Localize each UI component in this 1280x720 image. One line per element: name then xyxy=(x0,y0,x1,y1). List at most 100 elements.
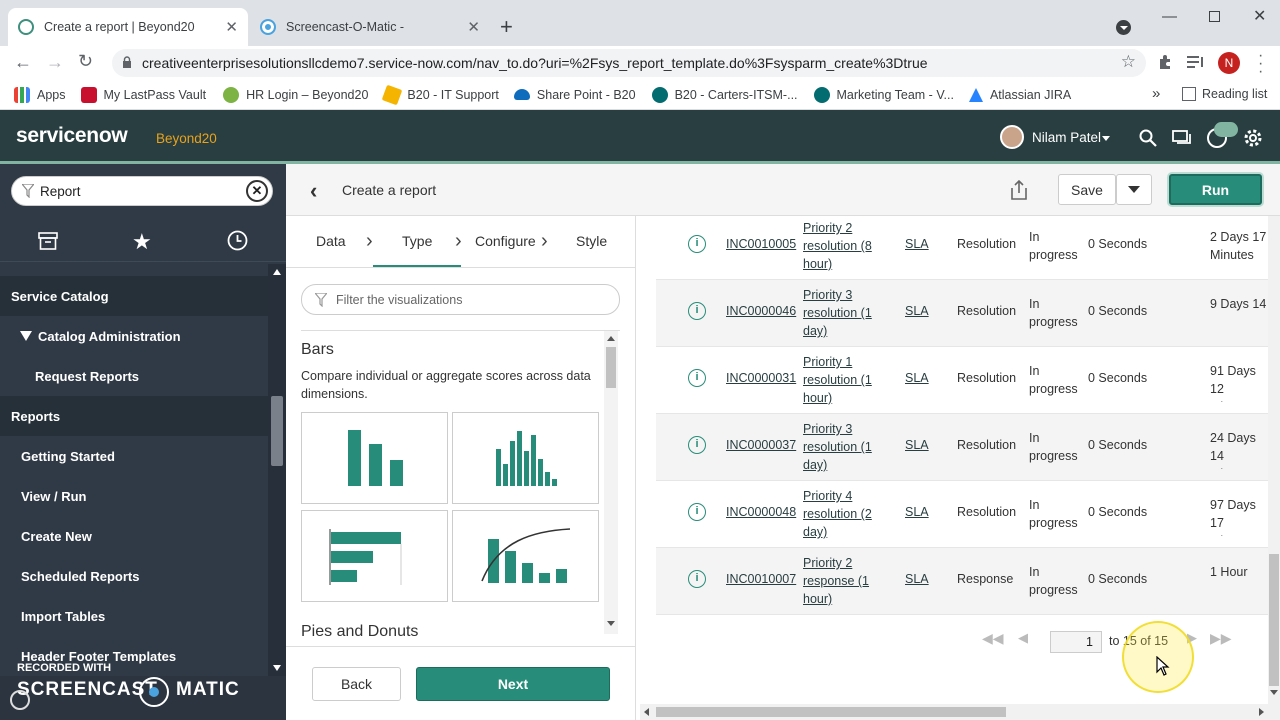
save-button[interactable]: Save xyxy=(1058,174,1116,205)
save-options-button[interactable] xyxy=(1116,174,1152,205)
info-icon[interactable]: i xyxy=(688,503,706,521)
info-icon[interactable]: i xyxy=(688,369,706,387)
scrollbar-thumb[interactable] xyxy=(606,347,616,388)
address-bar[interactable]: creativeenterprisesolutionsllcdemo7.serv… xyxy=(112,49,1146,77)
nav-item-reports[interactable]: Reports xyxy=(0,396,268,436)
sla-type-link[interactable]: SLA xyxy=(905,505,929,519)
sla-definition-link[interactable]: Priority 3 resolution (1 day) xyxy=(803,286,883,340)
browser-menu-icon[interactable]: · · · xyxy=(1258,48,1263,80)
share-icon[interactable] xyxy=(1010,180,1028,200)
bookmark-apps[interactable]: Apps xyxy=(14,86,66,103)
close-tab-icon[interactable]: ✕ xyxy=(225,18,238,36)
info-icon[interactable]: i xyxy=(688,570,706,588)
scrollbar-thumb[interactable] xyxy=(271,396,283,466)
navigator-scrollbar[interactable] xyxy=(268,264,286,676)
reload-icon[interactable]: ↻ xyxy=(78,51,93,72)
scroll-left-icon[interactable] xyxy=(644,708,649,716)
sla-type-link[interactable]: SLA xyxy=(905,438,929,452)
minimize-icon[interactable]: — xyxy=(1162,8,1177,25)
info-icon[interactable]: i xyxy=(688,302,706,320)
history-clock-icon[interactable] xyxy=(227,230,248,251)
nav-item-catalog-administration[interactable]: Catalog Administration xyxy=(0,316,268,356)
new-tab-icon[interactable]: + xyxy=(500,14,513,40)
maximize-icon[interactable] xyxy=(1209,11,1220,22)
window-close-icon[interactable]: ✕ xyxy=(1253,6,1266,26)
sla-definition-link[interactable]: Priority 3 resolution (1 day) xyxy=(803,420,883,474)
scrollbar-thumb[interactable] xyxy=(1269,554,1279,686)
incident-number-link[interactable]: INC0000048 xyxy=(726,505,796,519)
info-icon[interactable]: i xyxy=(688,436,706,454)
tab-search-icon[interactable] xyxy=(1116,20,1131,35)
incident-number-link[interactable]: INC0000037 xyxy=(726,438,796,452)
bookmark-star-icon[interactable]: ☆ xyxy=(1121,52,1136,72)
run-button[interactable]: Run xyxy=(1169,174,1262,205)
servicenow-logo[interactable]: servicenow xyxy=(16,124,128,148)
nav-item-view-run[interactable]: View / Run xyxy=(0,476,268,516)
bookmark-it-support[interactable]: B20 - IT Support xyxy=(382,84,499,105)
sla-definition-link[interactable]: Priority 1 resolution (1 hour) xyxy=(803,353,883,407)
user-name[interactable]: Nilam Patel xyxy=(1032,130,1101,145)
last-page-icon[interactable]: ▶▶ xyxy=(1210,630,1232,647)
back-button[interactable]: Back xyxy=(312,667,401,701)
incident-number-link[interactable]: INC0010005 xyxy=(726,237,796,251)
back-chevron-icon[interactable]: ‹ xyxy=(310,178,317,204)
sla-type-link[interactable]: SLA xyxy=(905,237,929,251)
vis-horizontal-bar[interactable] xyxy=(301,510,448,602)
extensions-icon[interactable] xyxy=(1157,54,1173,70)
sla-type-link[interactable]: SLA xyxy=(905,371,929,385)
notification-bubble-icon[interactable] xyxy=(1214,122,1238,137)
profile-avatar[interactable]: N xyxy=(1218,52,1240,74)
incident-number-link[interactable]: INC0000046 xyxy=(726,304,796,318)
sla-type-link[interactable]: SLA xyxy=(905,572,929,586)
reading-list-button[interactable]: Reading list xyxy=(1182,87,1267,101)
vis-bar-chart[interactable] xyxy=(301,412,448,504)
visualization-scrollbar[interactable] xyxy=(604,331,618,634)
step-configure[interactable]: Configure xyxy=(475,233,536,249)
sla-definition-link[interactable]: Priority 2 resolution (8 hour) xyxy=(803,219,883,273)
connect-chat-icon[interactable] xyxy=(1172,129,1192,147)
browser-tab[interactable]: Screencast-O-Matic - ✕ xyxy=(250,8,490,46)
favorites-star-icon[interactable]: ★ xyxy=(132,229,152,255)
visualization-filter-input[interactable]: Filter the visualizations xyxy=(301,284,620,315)
settings-gear-icon[interactable] xyxy=(1242,127,1264,149)
nav-item-import-tables[interactable]: Import Tables xyxy=(0,596,268,636)
more-bookmarks-icon[interactable]: » xyxy=(1152,85,1160,102)
previous-page-icon[interactable]: ◀ xyxy=(1018,630,1028,646)
scroll-up-icon[interactable] xyxy=(273,269,281,275)
forward-icon[interactable]: → xyxy=(46,52,64,73)
sla-definition-link[interactable]: Priority 4 resolution (2 day) xyxy=(803,487,883,541)
vis-histogram[interactable] xyxy=(452,412,599,504)
bookmark-lastpass[interactable]: My LastPass Vault xyxy=(80,86,206,103)
scroll-down-icon[interactable] xyxy=(273,665,281,671)
step-type[interactable]: Type xyxy=(402,233,432,249)
first-page-icon[interactable]: ◀◀ xyxy=(982,630,1004,647)
horizontal-scrollbar[interactable] xyxy=(640,704,1268,720)
scroll-down-icon[interactable] xyxy=(607,621,615,626)
browser-tab-active[interactable]: Create a report | Beyond20 ✕ xyxy=(8,8,248,46)
step-data[interactable]: Data xyxy=(316,233,346,249)
bookmark-carters[interactable]: B20 - Carters-ITSM-... xyxy=(651,86,798,103)
bookmark-marketing[interactable]: Marketing Team - V... xyxy=(813,86,954,103)
info-icon[interactable]: i xyxy=(688,235,706,253)
scroll-down-icon[interactable] xyxy=(1270,690,1278,695)
global-search-icon[interactable] xyxy=(1139,129,1157,147)
clear-filter-icon[interactable]: ✕ xyxy=(246,180,268,202)
all-apps-archive-icon[interactable] xyxy=(38,232,58,250)
incident-number-link[interactable]: INC0000031 xyxy=(726,371,796,385)
back-icon[interactable]: ← xyxy=(14,52,32,73)
navigator-filter-input[interactable]: Report ✕ xyxy=(11,176,273,206)
scrollbar-thumb[interactable] xyxy=(656,707,1006,717)
nav-item-scheduled-reports[interactable]: Scheduled Reports xyxy=(0,556,268,596)
nav-item-getting-started[interactable]: Getting Started xyxy=(0,436,268,476)
user-avatar[interactable] xyxy=(1000,125,1024,149)
nav-item-service-catalog[interactable]: Service Catalog xyxy=(0,276,268,316)
media-queue-icon[interactable] xyxy=(1187,55,1205,69)
close-tab-icon[interactable]: ✕ xyxy=(467,18,480,36)
step-style[interactable]: Style xyxy=(576,233,607,249)
scroll-up-icon[interactable] xyxy=(607,336,615,341)
nav-item-create-new[interactable]: Create New xyxy=(0,516,268,556)
page-number-input[interactable]: 1 xyxy=(1050,631,1102,653)
bookmark-sharepoint[interactable]: Share Point - B20 xyxy=(513,88,636,102)
vertical-scrollbar[interactable] xyxy=(1268,216,1280,720)
nav-item-request-reports[interactable]: Request Reports xyxy=(0,356,268,396)
